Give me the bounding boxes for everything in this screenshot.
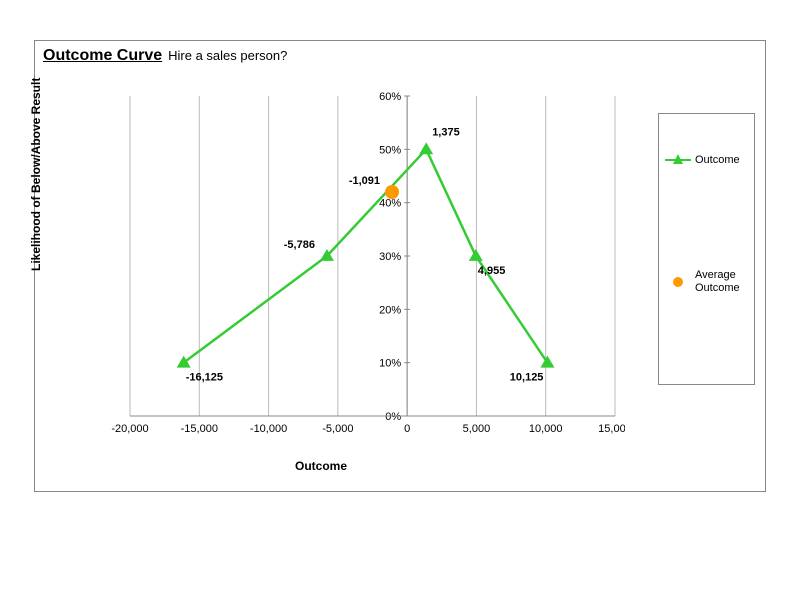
title-row: Outcome Curve Hire a sales person? — [43, 47, 287, 65]
svg-text:5,000: 5,000 — [463, 423, 491, 435]
svg-text:-1,091: -1,091 — [349, 175, 380, 187]
svg-text:0: 0 — [404, 423, 410, 435]
svg-text:10,125: 10,125 — [510, 372, 544, 384]
page: Outcome Curve Hire a sales person? Likel… — [0, 0, 800, 600]
triangle-icon — [673, 154, 683, 164]
svg-text:60%: 60% — [379, 91, 401, 103]
svg-text:0%: 0% — [385, 411, 401, 423]
svg-text:-5,786: -5,786 — [284, 239, 315, 251]
svg-text:-15,000: -15,000 — [181, 423, 218, 435]
svg-text:1,375: 1,375 — [432, 126, 460, 138]
svg-text:-16,125: -16,125 — [186, 372, 223, 384]
svg-text:10,000: 10,000 — [529, 423, 563, 435]
svg-text:-20,000: -20,000 — [111, 423, 148, 435]
svg-text:20%: 20% — [379, 304, 401, 316]
svg-text:15,000: 15,000 — [598, 423, 625, 435]
legend-label: Average Outcome — [695, 269, 748, 294]
svg-text:4,955: 4,955 — [478, 265, 506, 277]
legend-item-outcome: Outcome — [665, 154, 748, 167]
y-axis-label: Likelihood of Below/Above Result — [29, 78, 43, 271]
chart-subtitle: Hire a sales person? — [168, 48, 287, 63]
svg-text:50%: 50% — [379, 144, 401, 156]
svg-text:-10,000: -10,000 — [250, 423, 287, 435]
legend-item-average: Average Outcome — [665, 269, 748, 294]
svg-text:40%: 40% — [379, 198, 401, 210]
legend-label: Outcome — [695, 154, 740, 167]
chart-title: Outcome Curve — [43, 47, 162, 65]
legend-dot-icon — [665, 281, 691, 283]
svg-text:-5,000: -5,000 — [322, 423, 353, 435]
chart-panel: Outcome Curve Hire a sales person? Likel… — [34, 40, 766, 492]
svg-text:10%: 10% — [379, 358, 401, 370]
circle-icon — [673, 277, 683, 287]
svg-text:30%: 30% — [379, 251, 401, 263]
plot-svg: -20,000 -15,000 -10,000 -5,000 0 5,000 10,000 1… — [75, 86, 625, 446]
plot-area: -20,000 -15,000 -10,000 -5,000 0 5,000 10,000 1… — [75, 86, 625, 446]
legend: Outcome Average Outcome — [658, 113, 755, 385]
legend-line-icon — [665, 159, 691, 161]
x-axis-label: Outcome — [295, 459, 347, 473]
